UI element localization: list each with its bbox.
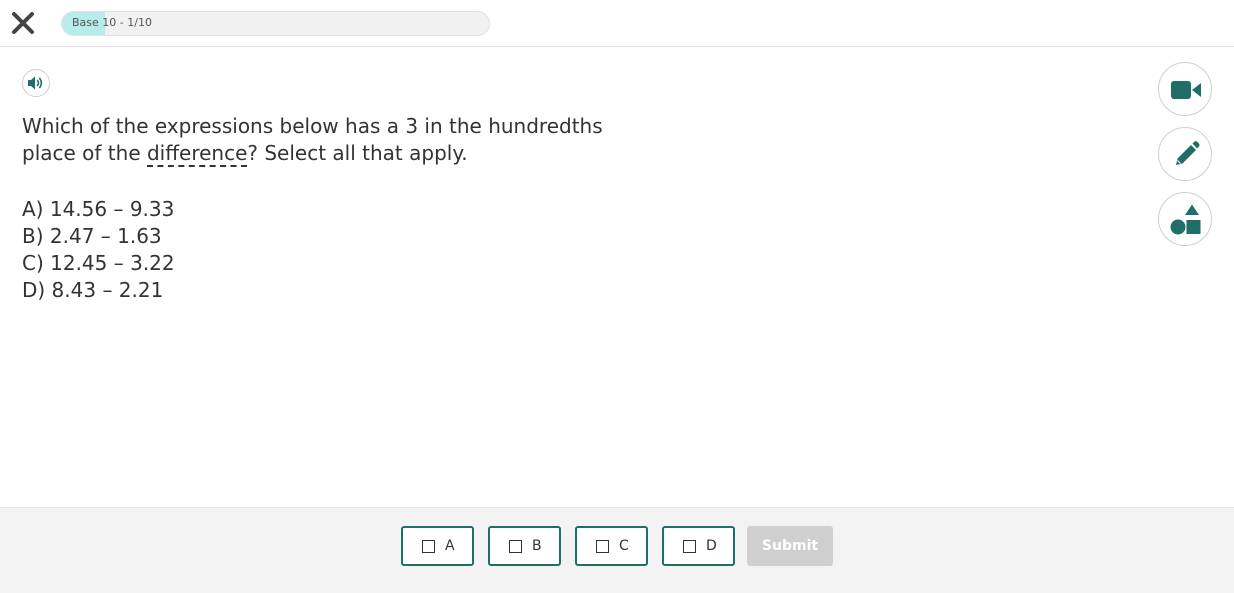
speaker-icon	[28, 76, 43, 90]
answer-options-list: A) 14.56 – 9.33 B) 2.47 – 1.63 C) 12.45 …	[22, 196, 175, 304]
pencil-tool-button[interactable]	[1158, 127, 1212, 181]
checkbox-icon	[509, 540, 522, 553]
answer-button-c[interactable]: C	[575, 526, 648, 566]
answer-button-label: A	[445, 538, 455, 554]
video-camera-icon	[1171, 81, 1201, 99]
answer-button-d[interactable]: D	[662, 526, 735, 566]
pencil-icon	[1176, 141, 1200, 165]
checkbox-icon	[596, 540, 609, 553]
option-d-text: D) 8.43 – 2.21	[22, 278, 164, 302]
checkbox-icon	[422, 540, 435, 553]
question-text: Which of the expressions below has a 3 i…	[22, 113, 642, 167]
progress-label: Base 10 - 1/10	[72, 16, 152, 29]
answer-button-label: C	[619, 538, 629, 554]
option-b-text: B) 2.47 – 1.63	[22, 224, 162, 248]
submit-button[interactable]: Submit	[747, 526, 833, 566]
checkbox-icon	[683, 540, 696, 553]
answer-footer: A B C D Submit	[0, 507, 1234, 593]
video-button[interactable]	[1158, 62, 1212, 116]
option-a-text: A) 14.56 – 9.33	[22, 197, 175, 221]
question-text-after: ? Select all that apply.	[247, 141, 468, 165]
close-button[interactable]	[10, 10, 36, 36]
answer-button-label: D	[706, 538, 717, 554]
top-bar: Base 10 - 1/10	[0, 0, 1234, 47]
glossary-term-difference[interactable]: difference	[146, 141, 248, 167]
answer-button-label: B	[532, 538, 542, 554]
shapes-icon	[1170, 204, 1201, 235]
option-c-text: C) 12.45 – 3.22	[22, 251, 175, 275]
progress-bar: Base 10 - 1/10	[61, 11, 490, 36]
answer-button-a[interactable]: A	[401, 526, 474, 566]
audio-button[interactable]	[22, 69, 50, 97]
answer-button-b[interactable]: B	[488, 526, 561, 566]
close-icon	[12, 12, 34, 34]
shapes-tool-button[interactable]	[1158, 192, 1212, 246]
